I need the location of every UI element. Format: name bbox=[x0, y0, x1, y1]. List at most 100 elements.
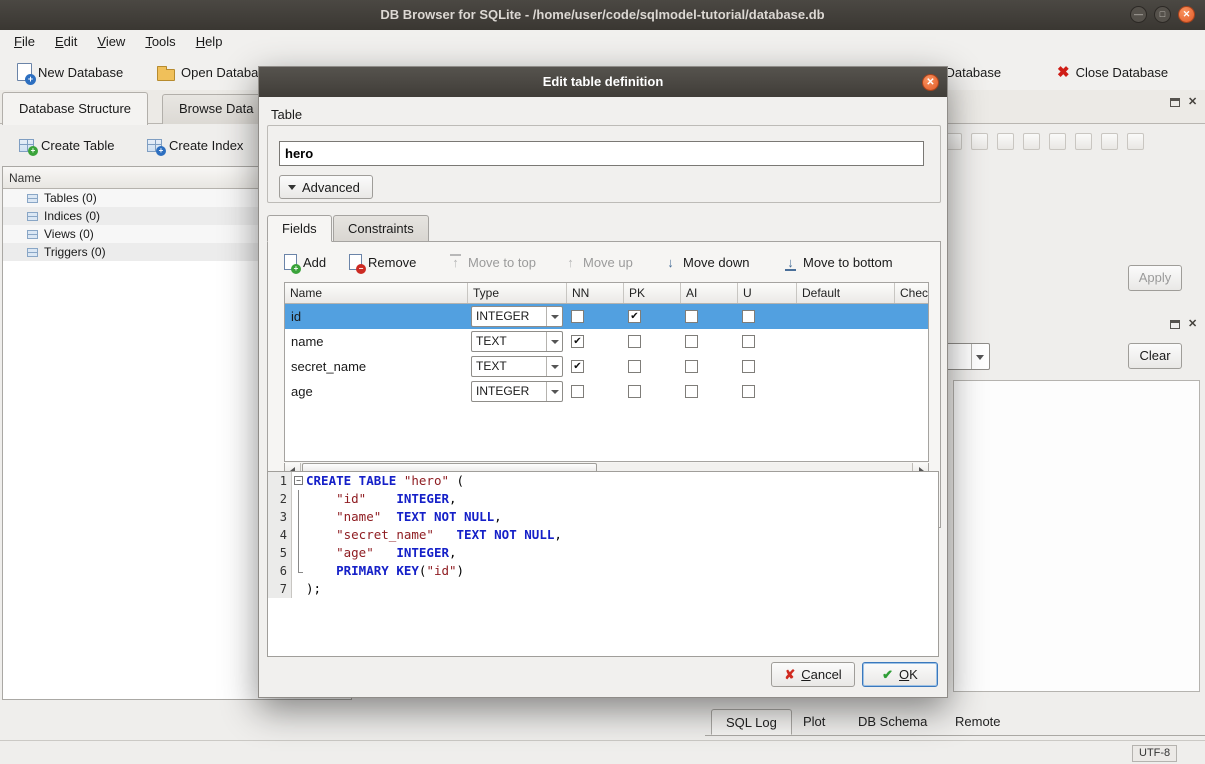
field-name-cell[interactable]: id bbox=[285, 304, 468, 329]
close-button[interactable]: ✕ bbox=[1178, 6, 1195, 23]
cancel-label: Cancel bbox=[801, 667, 841, 682]
check-cell[interactable] bbox=[895, 329, 929, 354]
u-checkbox[interactable] bbox=[742, 385, 755, 398]
tab-browse-data[interactable]: Browse Data bbox=[162, 94, 270, 124]
ai-checkbox[interactable] bbox=[685, 360, 698, 373]
column-header-default[interactable]: Default bbox=[797, 283, 895, 303]
field-row-secret_name[interactable]: secret_nameTEXT ✔ bbox=[285, 354, 928, 379]
remove-label: Remove bbox=[368, 255, 416, 270]
tab-fields[interactable]: Fields bbox=[267, 215, 332, 242]
default-cell[interactable] bbox=[797, 304, 895, 329]
column-header-name[interactable]: Name bbox=[285, 283, 468, 303]
field-row-name[interactable]: nameTEXT ✔ bbox=[285, 329, 928, 354]
window-titlebar[interactable]: DB Browser for SQLite - /home/user/code/… bbox=[0, 0, 1205, 30]
add-field-button[interactable]: + Add bbox=[278, 249, 332, 275]
close-dock-icon[interactable]: ✕ bbox=[1188, 319, 1197, 330]
move-to-bottom-button[interactable]: ↓ Move to bottom bbox=[778, 249, 899, 275]
field-name-cell[interactable]: secret_name bbox=[285, 354, 468, 379]
u-checkbox[interactable] bbox=[742, 335, 755, 348]
cancel-button[interactable]: ✘ Cancel bbox=[771, 662, 855, 687]
dock-tool-icon-8[interactable] bbox=[1075, 133, 1092, 150]
pk-checkbox[interactable] bbox=[628, 385, 641, 398]
move-to-top-button[interactable]: ↑ Move to top bbox=[443, 249, 542, 275]
tab-remote[interactable]: Remote bbox=[941, 709, 1015, 735]
column-header-u[interactable]: U bbox=[738, 283, 797, 303]
dock-tool-icon-5[interactable] bbox=[997, 133, 1014, 150]
dock-tool-icon-6[interactable] bbox=[1023, 133, 1040, 150]
column-header-type[interactable]: Type bbox=[468, 283, 567, 303]
nn-checkbox[interactable]: ✔ bbox=[571, 360, 584, 373]
menu-help[interactable]: Help bbox=[186, 30, 233, 54]
tab-db-schema[interactable]: DB Schema bbox=[844, 709, 941, 735]
remove-icon: − bbox=[349, 254, 362, 270]
tab-database-structure[interactable]: Database Structure bbox=[2, 92, 148, 125]
table-label: Table bbox=[271, 107, 302, 122]
field-type-select[interactable]: TEXT bbox=[471, 356, 563, 377]
nn-checkbox[interactable] bbox=[571, 385, 584, 398]
apply-button[interactable]: Apply bbox=[1128, 265, 1182, 291]
menu-edit[interactable]: Edit bbox=[45, 30, 87, 54]
tab-plot[interactable]: Plot bbox=[789, 709, 839, 735]
check-cell[interactable] bbox=[895, 379, 929, 404]
move-to-bottom-label: Move to bottom bbox=[803, 255, 893, 270]
field-type-value: TEXT bbox=[472, 332, 546, 351]
field-name-cell[interactable]: age bbox=[285, 379, 468, 404]
dock-tool-icon-4[interactable] bbox=[971, 133, 988, 150]
field-row-id[interactable]: idINTEGER ✔ bbox=[285, 304, 928, 329]
remove-field-button[interactable]: − Remove bbox=[343, 249, 422, 275]
create-index-button[interactable]: + Create Index bbox=[140, 131, 250, 159]
check-cell[interactable] bbox=[895, 354, 929, 379]
pk-checkbox[interactable] bbox=[628, 335, 641, 348]
menu-file[interactable]: File bbox=[4, 30, 45, 54]
move-up-button[interactable]: ↑ Move up bbox=[558, 249, 639, 275]
float-dock-icon[interactable] bbox=[1170, 320, 1180, 329]
close-database-button[interactable]: ✖ Close Database bbox=[1052, 59, 1173, 85]
u-checkbox[interactable] bbox=[742, 310, 755, 323]
nn-checkbox[interactable]: ✔ bbox=[571, 335, 584, 348]
check-cell[interactable] bbox=[895, 304, 929, 329]
dialog-close-button[interactable]: ✕ bbox=[922, 74, 939, 91]
advanced-toggle-button[interactable]: Advanced bbox=[279, 175, 373, 199]
column-header-pk[interactable]: PK bbox=[624, 283, 681, 303]
field-type-select[interactable]: INTEGER bbox=[471, 306, 563, 327]
move-down-button[interactable]: ↓ Move down bbox=[658, 249, 755, 275]
dock-tool-icon-7[interactable] bbox=[1049, 133, 1066, 150]
default-cell[interactable] bbox=[797, 379, 895, 404]
nn-checkbox[interactable] bbox=[571, 310, 584, 323]
create-table-label: Create Table bbox=[41, 138, 114, 153]
column-header-check[interactable]: Check bbox=[895, 283, 929, 303]
create-index-label: Create Index bbox=[169, 138, 243, 153]
ai-checkbox[interactable] bbox=[685, 335, 698, 348]
create-index-icon: + bbox=[147, 139, 162, 152]
u-checkbox[interactable] bbox=[742, 360, 755, 373]
ai-checkbox[interactable] bbox=[685, 310, 698, 323]
close-dock-icon[interactable]: ✕ bbox=[1188, 97, 1197, 108]
pk-checkbox[interactable] bbox=[628, 360, 641, 373]
field-row-age[interactable]: ageINTEGER bbox=[285, 379, 928, 404]
default-cell[interactable] bbox=[797, 329, 895, 354]
minimize-button[interactable]: — bbox=[1130, 6, 1147, 23]
clear-button[interactable]: Clear bbox=[1128, 343, 1182, 369]
tab-sql-log[interactable]: SQL Log bbox=[711, 709, 792, 735]
new-database-button[interactable]: + New Database bbox=[12, 59, 128, 85]
column-header-nn[interactable]: NN bbox=[567, 283, 624, 303]
menu-view[interactable]: View bbox=[87, 30, 135, 54]
maximize-button[interactable]: □ bbox=[1154, 6, 1171, 23]
ai-checkbox[interactable] bbox=[685, 385, 698, 398]
field-type-select[interactable]: INTEGER bbox=[471, 381, 563, 402]
float-dock-icon[interactable] bbox=[1170, 98, 1180, 107]
menu-tools[interactable]: Tools bbox=[135, 30, 185, 54]
fold-collapse-icon[interactable]: − bbox=[292, 472, 306, 490]
dock-tool-icon-10[interactable] bbox=[1127, 133, 1144, 150]
create-table-button[interactable]: + Create Table bbox=[12, 131, 121, 159]
table-name-input[interactable] bbox=[279, 141, 924, 166]
default-cell[interactable] bbox=[797, 354, 895, 379]
ok-button[interactable]: ✔ OK bbox=[862, 662, 938, 687]
tab-constraints[interactable]: Constraints bbox=[333, 215, 429, 242]
field-name-cell[interactable]: name bbox=[285, 329, 468, 354]
pk-checkbox[interactable]: ✔ bbox=[628, 310, 641, 323]
field-type-select[interactable]: TEXT bbox=[471, 331, 563, 352]
column-header-ai[interactable]: AI bbox=[681, 283, 738, 303]
dock-tool-icon-9[interactable] bbox=[1101, 133, 1118, 150]
dialog-titlebar[interactable]: Edit table definition ✕ bbox=[259, 67, 947, 97]
